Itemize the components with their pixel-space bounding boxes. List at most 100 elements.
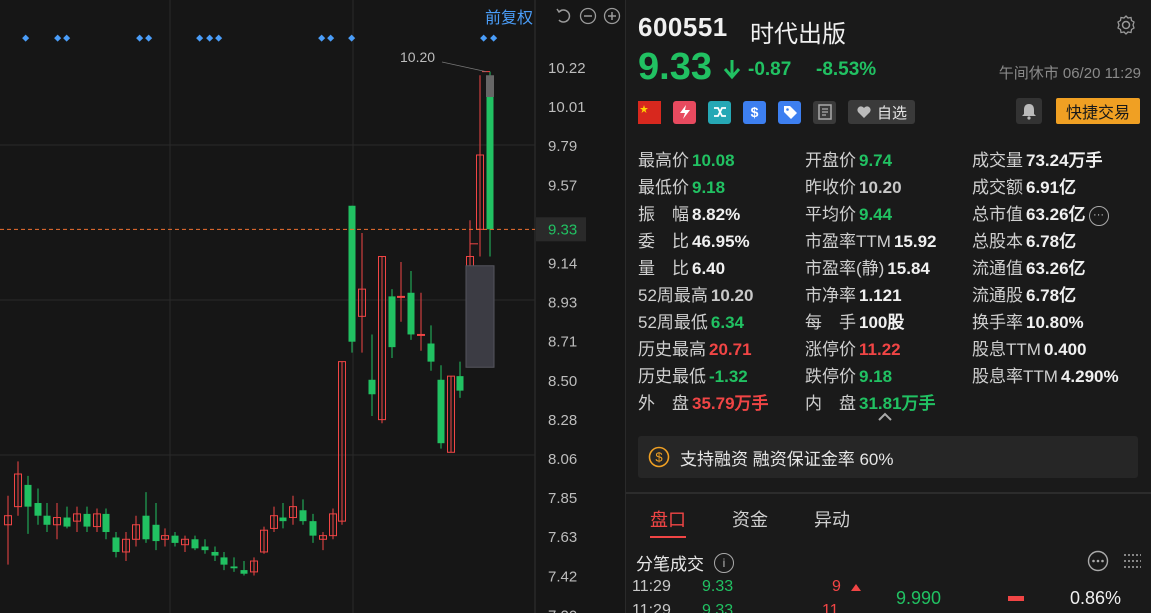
candle-body xyxy=(201,546,209,551)
candle xyxy=(201,539,209,554)
quote-label: 市盈率TTM xyxy=(805,232,891,251)
price-tick-label: 7.20 xyxy=(548,607,577,613)
event-marker-icon xyxy=(348,34,356,42)
candle xyxy=(279,503,287,529)
price-tick-label: 10.22 xyxy=(548,60,586,77)
candle-body xyxy=(437,379,445,444)
event-marker-icon xyxy=(480,34,488,42)
price-change-percent: -8.53% xyxy=(816,59,877,80)
list-view-icon[interactable] xyxy=(1121,550,1143,577)
candle-body xyxy=(102,513,110,533)
quote-label: 最低价 xyxy=(638,178,689,197)
candle xyxy=(24,475,32,534)
price-tick-label: 7.63 xyxy=(548,529,577,546)
quote-cell: 最低价 9.18 xyxy=(638,173,725,198)
candle-body xyxy=(152,524,160,542)
buy-arrow-icon xyxy=(850,580,862,598)
quote-cell: 成交量 73.24万手 xyxy=(972,146,1103,171)
kline-chart-pane[interactable]: 10.22 10.01 9.79 9.57 9.14 8.93 8.71 8.50 8.28 8.… xyxy=(0,0,625,613)
hot-stock-icon[interactable] xyxy=(673,100,696,124)
quote-label: 历史最低 xyxy=(638,367,706,386)
active-tab-indicator xyxy=(650,536,686,538)
document-icon[interactable] xyxy=(813,100,836,124)
info-icon[interactable]: i xyxy=(714,552,734,573)
price-tick-label: 10.01 xyxy=(548,99,586,116)
quote-cell: 市盈率TTM 15.92 xyxy=(805,227,936,252)
more-options-icon[interactable] xyxy=(1087,550,1109,577)
quote-value: 15.84 xyxy=(887,259,930,278)
quote-value: 20.71 xyxy=(709,340,752,359)
event-marker-icon xyxy=(206,34,214,42)
dollar-icon[interactable]: $ xyxy=(743,100,766,124)
quote-value: 63.26亿 xyxy=(1026,259,1086,278)
quote-cell: 总股本 6.78亿 xyxy=(972,227,1076,252)
tick-price: 9.33 xyxy=(702,578,734,595)
kline-chart[interactable]: 10.22 10.01 9.79 9.57 9.14 8.93 8.71 8.50 8.28 8.… xyxy=(0,0,625,613)
candle-body xyxy=(220,557,228,565)
candle xyxy=(299,499,307,525)
quote-cell: 历史最低 -1.32 xyxy=(638,362,748,387)
candle-body xyxy=(211,551,219,556)
quote-label: 跌停价 xyxy=(805,367,856,386)
settings-gear-icon[interactable] xyxy=(1115,14,1137,36)
side-bar xyxy=(1008,596,1024,601)
candle-body xyxy=(112,537,120,552)
price-tick-label: 8.06 xyxy=(548,451,577,468)
zoom-out-icon[interactable] xyxy=(579,7,597,25)
candle xyxy=(220,551,228,571)
adjust-restore-button[interactable]: 前复权 xyxy=(485,4,533,28)
event-markers xyxy=(22,34,498,42)
shuffle-icon[interactable] xyxy=(708,100,731,124)
tab-orderbook[interactable]: 盘口 xyxy=(650,506,686,532)
candle-body xyxy=(427,343,435,362)
quote-cell: 外 盘 35.79万手 xyxy=(638,389,769,414)
candle xyxy=(348,205,356,353)
quote-cell: 量 比 6.40 xyxy=(638,254,725,279)
quote-cell: 平均价 9.44 xyxy=(805,200,892,225)
quote-value: 100股 xyxy=(859,313,905,332)
quote-value: 9.18 xyxy=(692,178,726,197)
quote-label: 流通股 xyxy=(972,286,1023,305)
candle xyxy=(329,508,337,540)
undo-icon[interactable] xyxy=(555,7,573,25)
candle xyxy=(417,292,425,351)
candle xyxy=(260,526,268,554)
event-marker-icon xyxy=(327,34,335,42)
tab-anomaly[interactable]: 异动 xyxy=(814,506,850,532)
quote-value: 10.20 xyxy=(710,286,754,305)
quote-value: 15.92 xyxy=(893,232,937,251)
event-marker-icon xyxy=(136,34,144,42)
quote-value: 9.44 xyxy=(859,205,893,224)
price-axis: 10.22 10.01 9.79 9.57 9.14 8.93 8.71 8.50 8.28 8.… xyxy=(548,60,586,613)
price-tick-label: 8.50 xyxy=(548,373,577,390)
candle xyxy=(270,506,278,533)
tab-capital[interactable]: 资金 xyxy=(732,506,768,532)
candle-body xyxy=(299,510,307,522)
price-tick-label: 8.71 xyxy=(548,334,577,351)
quote-label: 成交额 xyxy=(972,178,1023,197)
quote-label: 振 幅 xyxy=(638,205,689,224)
more-icon[interactable]: ··· xyxy=(1088,205,1109,226)
quote-value: 73.24万手 xyxy=(1026,151,1103,170)
quote-cell: 每 手 100股 xyxy=(805,308,904,333)
quote-value: 0.400 xyxy=(1043,340,1087,359)
quote-cell: 流通值 63.26亿 xyxy=(972,254,1086,279)
quote-label: 内 盘 xyxy=(805,394,856,413)
price-change: -0.87 xyxy=(748,59,792,80)
tick-trades-header: 分笔成交 i xyxy=(636,550,734,575)
section-divider xyxy=(626,492,1151,494)
china-flag-icon[interactable] xyxy=(638,100,661,124)
add-watchlist-button[interactable]: 自选 xyxy=(848,100,916,124)
quick-trade-button[interactable]: 快捷交易 xyxy=(1056,98,1140,124)
quote-label: 52周最高 xyxy=(638,286,708,305)
quote-value: 10.80% xyxy=(1026,313,1084,332)
collapse-caret-icon[interactable] xyxy=(876,410,894,428)
price-tag-icon[interactable] xyxy=(778,100,801,124)
quote-value: 10.20 xyxy=(859,178,902,197)
quote-cell: 内 盘 31.81万手 xyxy=(805,389,936,414)
tick-trades-title: 分笔成交 xyxy=(636,555,704,574)
event-marker-icon xyxy=(54,34,62,42)
candle-body xyxy=(230,566,238,569)
zoom-in-icon[interactable] xyxy=(603,7,621,25)
alert-bell-icon[interactable] xyxy=(1016,98,1042,124)
